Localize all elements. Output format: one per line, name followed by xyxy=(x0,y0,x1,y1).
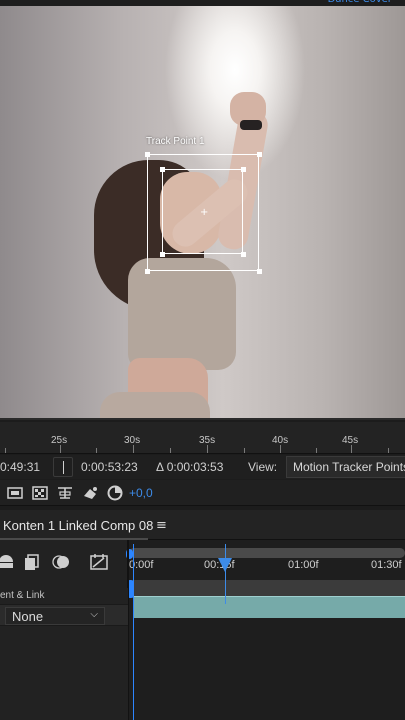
work-area-start-line xyxy=(133,544,134,720)
solo-icon[interactable] xyxy=(0,552,16,572)
view-label: View: xyxy=(248,460,278,474)
timeline-header: Konten 1 Linked Comp 08 ≡ xyxy=(0,510,405,540)
hamburger-menu-icon[interactable]: ≡ xyxy=(156,518,167,533)
viewer-bottom-edge xyxy=(0,418,405,420)
ruler-mark xyxy=(388,448,389,453)
ruler-mark xyxy=(244,448,245,453)
view-dropdown-value: Motion Tracker Points xyxy=(293,460,405,474)
ruler-mark xyxy=(170,448,171,453)
subject-watch xyxy=(240,120,262,130)
timecode-bar: 0:49:31 0:00:53:23 Δ 0:00:03:53 View: Mo… xyxy=(0,455,405,479)
ruler-mark xyxy=(351,445,352,453)
color-manage-icon[interactable] xyxy=(106,484,124,502)
exposure-value[interactable]: +0,0 xyxy=(129,486,153,500)
draft-3d-icon[interactable] xyxy=(22,552,42,572)
layer-row[interactable]: None ⌵ xyxy=(0,604,128,626)
fit-icon[interactable] xyxy=(56,484,74,502)
search-region-handle[interactable] xyxy=(257,269,262,274)
feature-region-handle[interactable] xyxy=(160,167,165,172)
parent-link-column-header: ent & Link xyxy=(0,590,45,601)
chevron-down-icon: ⌵ xyxy=(90,609,98,620)
feature-region-handle[interactable] xyxy=(241,252,246,257)
composition-tab[interactable]: • Dance Cover • xyxy=(319,0,405,6)
ruler-mark xyxy=(316,448,317,453)
time-ruler[interactable]: 25s 30s 35s 40s 45s xyxy=(0,422,405,454)
composition-viewer[interactable]: • Dance Cover • Track Point 1 + xyxy=(0,0,405,420)
time-navigator[interactable] xyxy=(129,548,405,558)
view-dropdown[interactable]: Motion Tracker Points xyxy=(286,456,405,478)
out-point-time[interactable]: 0:00:53:23 xyxy=(81,460,138,474)
set-out-point-button[interactable] xyxy=(53,457,73,477)
timeline-track-area[interactable]: 0:00f 00:15f 01:00f 01:30f xyxy=(126,540,405,720)
attach-point-icon[interactable]: + xyxy=(200,208,208,218)
layer-properties-column: ent & Link None ⌵ xyxy=(0,588,128,720)
parent-dropdown[interactable]: None ⌵ xyxy=(5,607,105,625)
layer-duration-bar[interactable] xyxy=(133,596,405,618)
snapshot-icon[interactable] xyxy=(81,484,99,502)
transparency-grid-icon[interactable] xyxy=(31,484,49,502)
ruler-mark xyxy=(96,448,97,453)
timeline-tick: 01:30f xyxy=(371,559,402,571)
motion-blur-icon[interactable] xyxy=(51,552,71,572)
current-time-indicator[interactable] xyxy=(218,558,232,572)
feature-region-handle[interactable] xyxy=(160,252,165,257)
search-region-handle[interactable] xyxy=(145,152,150,157)
ruler-mark xyxy=(60,445,61,453)
duration-time[interactable]: Δ 0:00:03:53 xyxy=(156,460,223,474)
subject-pants xyxy=(100,392,210,420)
region-of-interest-icon[interactable] xyxy=(6,484,24,502)
ruler-mark xyxy=(280,445,281,453)
ruler-mark xyxy=(207,445,208,453)
parent-dropdown-value: None xyxy=(12,609,44,624)
timeline-switches xyxy=(0,540,128,588)
ruler-mark xyxy=(133,445,134,453)
viewer-toolbar: +0,0 xyxy=(0,480,405,506)
composition-title-tab[interactable]: Konten 1 Linked Comp 08 xyxy=(3,518,153,533)
graph-editor-icon[interactable] xyxy=(89,552,109,572)
ruler-mark xyxy=(5,448,6,453)
track-point-label: Track Point 1 xyxy=(146,136,205,147)
timeline-tick: 01:00f xyxy=(288,559,319,571)
subject-shirt xyxy=(128,258,236,370)
current-time-indicator-line xyxy=(225,544,226,604)
current-time[interactable]: 0:49:31 xyxy=(0,460,40,474)
search-region-handle[interactable] xyxy=(257,152,262,157)
search-region-handle[interactable] xyxy=(145,269,150,274)
feature-region-handle[interactable] xyxy=(241,167,246,172)
